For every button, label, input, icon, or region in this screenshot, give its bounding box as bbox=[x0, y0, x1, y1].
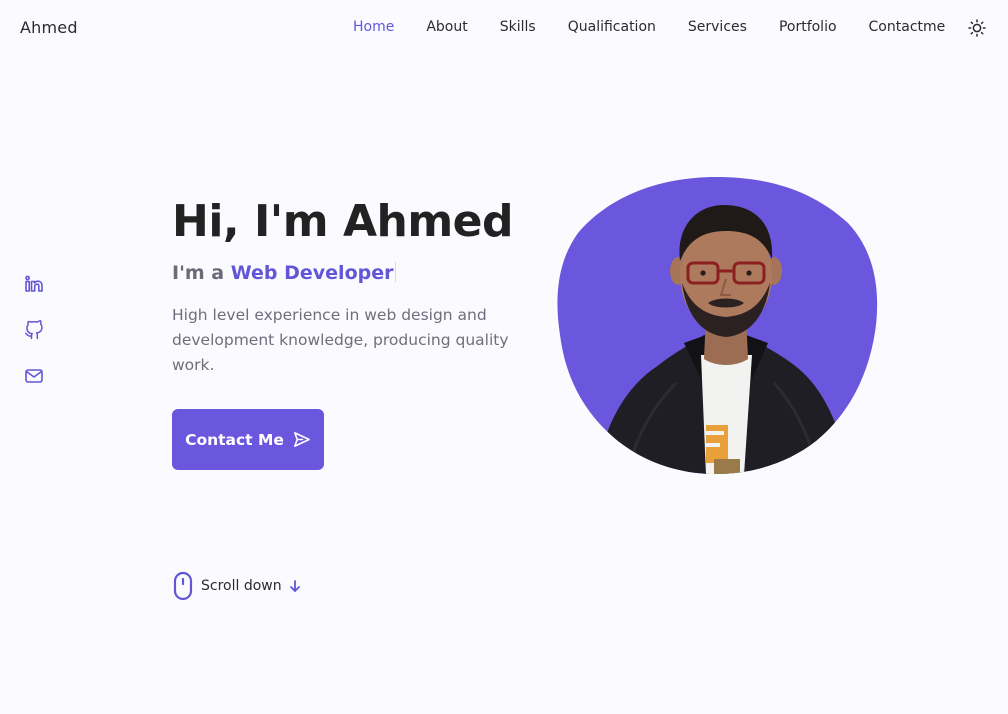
nav-link-qualification[interactable]: Qualification bbox=[568, 19, 656, 35]
main-nav: Home About Skills Qualification Services… bbox=[353, 19, 945, 35]
scroll-down-button[interactable]: Scroll down bbox=[173, 571, 302, 601]
typing-cursor bbox=[395, 262, 397, 282]
subtitle-role: Web Developer bbox=[230, 262, 394, 284]
profile-blob bbox=[556, 175, 878, 475]
nav-link-home[interactable]: Home bbox=[353, 19, 394, 35]
nav-item-services: Services bbox=[688, 19, 747, 35]
contact-me-button[interactable]: Contact Me bbox=[172, 409, 324, 470]
mouse-icon bbox=[173, 571, 193, 601]
site-header: Ahmed Home About Skills Qualification Se… bbox=[0, 0, 1008, 56]
contact-me-label: Contact Me bbox=[185, 430, 284, 449]
send-icon bbox=[293, 432, 310, 447]
social-links bbox=[24, 274, 44, 412]
profile-photo bbox=[557, 177, 878, 474]
nav-item-about: About bbox=[426, 19, 467, 35]
nav-item-qualification: Qualification bbox=[568, 19, 656, 35]
hero-subtitle: I'm a Web Developer bbox=[172, 262, 397, 284]
nav-link-portfolio[interactable]: Portfolio bbox=[779, 19, 837, 35]
nav-link-contact[interactable]: Contactme bbox=[869, 19, 946, 35]
nav-item-home: Home bbox=[353, 19, 394, 35]
nav-link-about[interactable]: About bbox=[426, 19, 467, 35]
email-link[interactable] bbox=[24, 366, 44, 386]
subtitle-prefix: I'm a bbox=[172, 262, 231, 284]
hero-description: High level experience in web design and … bbox=[172, 306, 509, 374]
nav-item-contact: Contactme bbox=[869, 19, 946, 35]
arrow-down-icon bbox=[289, 580, 300, 592]
github-icon bbox=[24, 320, 43, 340]
scroll-down-label: Scroll down bbox=[201, 578, 282, 594]
nav-link-services[interactable]: Services bbox=[688, 19, 747, 35]
linkedin-link[interactable] bbox=[24, 274, 44, 294]
sun-icon bbox=[968, 19, 986, 37]
hero-title: Hi, I'm Ahmed bbox=[172, 196, 514, 247]
linkedin-icon bbox=[25, 275, 43, 292]
site-logo[interactable]: Ahmed bbox=[20, 18, 78, 37]
mail-icon bbox=[25, 369, 43, 383]
theme-toggle-button[interactable] bbox=[968, 19, 986, 37]
nav-item-skills: Skills bbox=[500, 19, 536, 35]
nav-item-portfolio: Portfolio bbox=[779, 19, 837, 35]
github-link[interactable] bbox=[24, 320, 44, 340]
nav-link-skills[interactable]: Skills bbox=[500, 19, 536, 35]
